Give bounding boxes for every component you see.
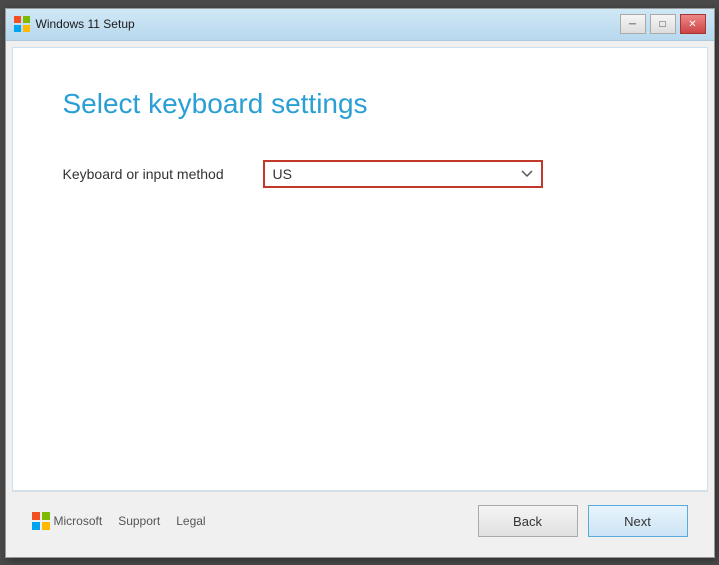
- maximize-button[interactable]: □: [650, 14, 676, 34]
- back-button[interactable]: Back: [478, 505, 578, 537]
- keyboard-label: Keyboard or input method: [63, 166, 243, 182]
- title-bar-left: Windows 11 Setup: [14, 16, 135, 32]
- content-spacer: [63, 188, 657, 470]
- keyboard-select[interactable]: US United Kingdom German French Spanish …: [263, 160, 543, 188]
- footer-left: Microsoft Support Legal: [32, 512, 206, 530]
- microsoft-label: Microsoft: [54, 514, 103, 528]
- footer-right: Back Next: [478, 505, 688, 537]
- keyboard-form-row: Keyboard or input method US United Kingd…: [63, 160, 657, 188]
- support-link[interactable]: Support: [118, 514, 160, 528]
- ms-green-cell: [42, 512, 50, 520]
- title-bar: Windows 11 Setup ─ □ ✕: [6, 9, 714, 41]
- minimize-button[interactable]: ─: [620, 14, 646, 34]
- window-title: Windows 11 Setup: [36, 17, 135, 31]
- title-bar-controls: ─ □ ✕: [620, 14, 706, 34]
- footer: Microsoft Support Legal Back Next: [12, 491, 708, 551]
- content-area: Select keyboard settings Keyboard or inp…: [12, 47, 708, 491]
- ms-red-cell: [32, 512, 40, 520]
- page-title: Select keyboard settings: [63, 88, 657, 120]
- ms-grid-icon: [32, 512, 50, 530]
- legal-link[interactable]: Legal: [176, 514, 205, 528]
- ms-blue-cell: [32, 522, 40, 530]
- windows-icon: [14, 16, 30, 32]
- next-button[interactable]: Next: [588, 505, 688, 537]
- close-button[interactable]: ✕: [680, 14, 706, 34]
- microsoft-logo: Microsoft: [32, 512, 103, 530]
- ms-yellow-cell: [42, 522, 50, 530]
- setup-window: Windows 11 Setup ─ □ ✕ Select keyboard s…: [5, 8, 715, 558]
